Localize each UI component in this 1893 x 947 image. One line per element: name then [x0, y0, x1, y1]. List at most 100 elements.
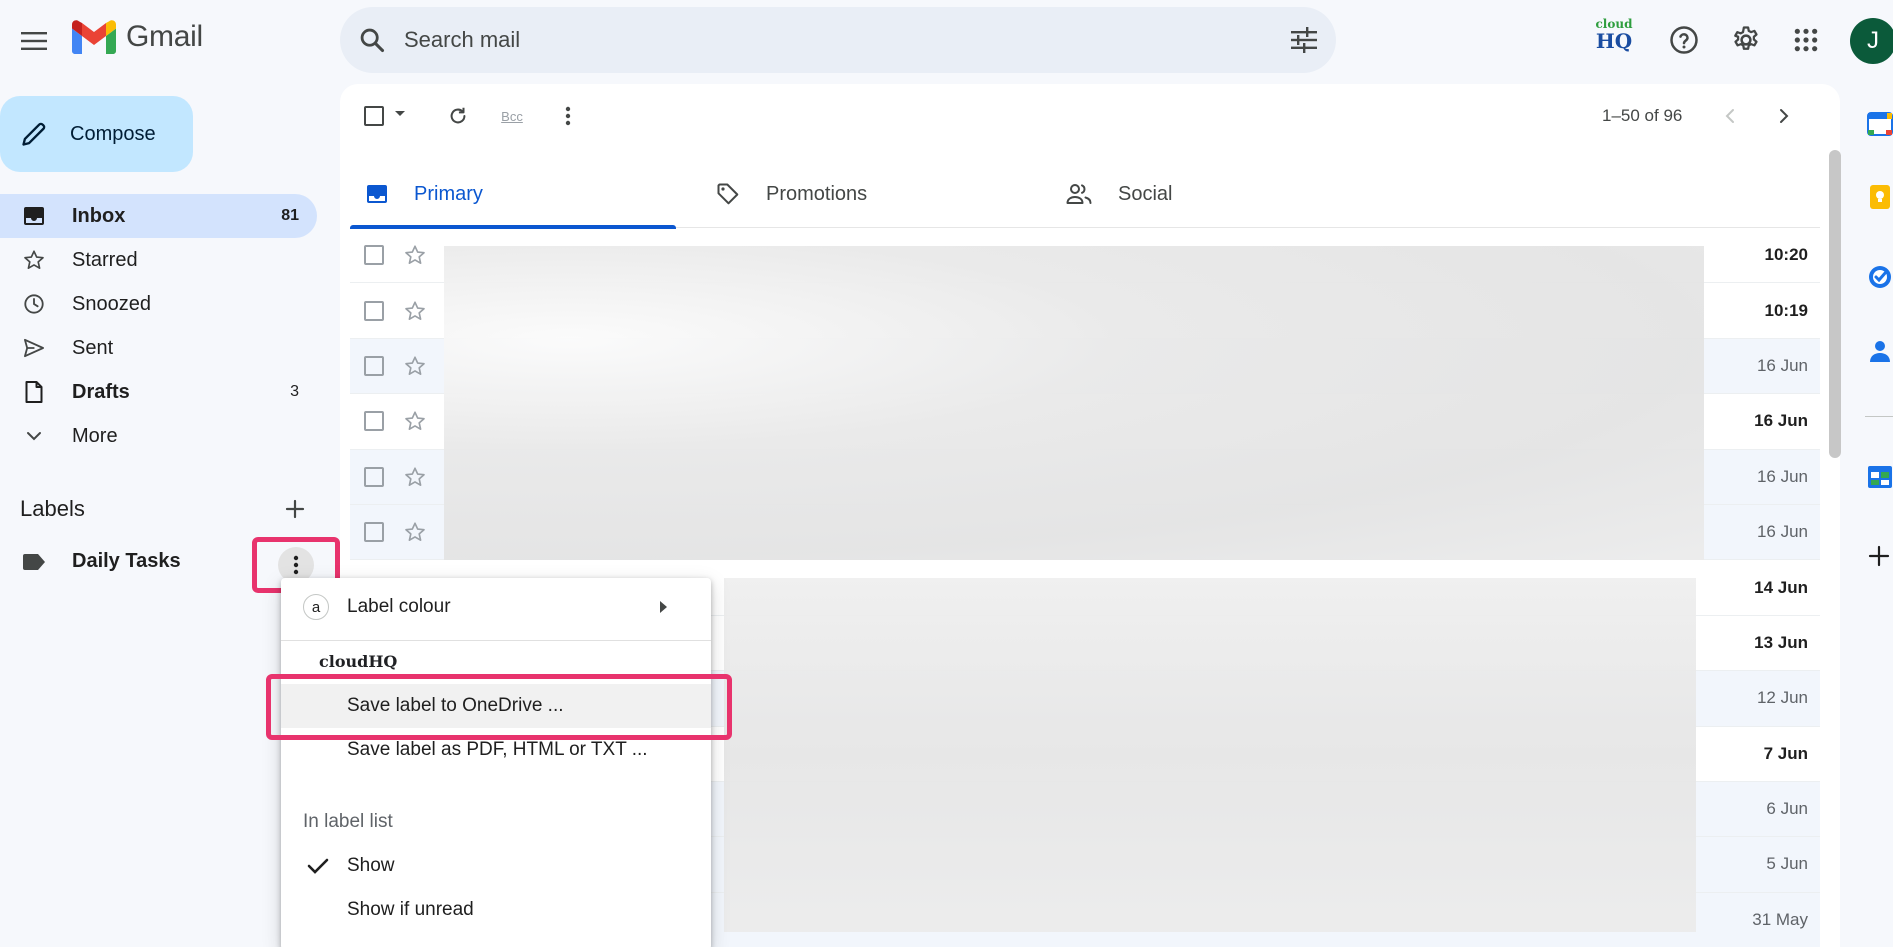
cloudhq-bottom-text: HQ	[1595, 29, 1633, 53]
calendar-app-button[interactable]	[1867, 110, 1893, 136]
keep-icon	[1870, 185, 1890, 209]
send-icon	[23, 339, 44, 358]
more-vert-icon	[565, 106, 571, 126]
main-menu-button[interactable]	[10, 17, 58, 65]
star-icon[interactable]	[404, 410, 426, 432]
menu-item-show-if-unread[interactable]: Show if unread	[281, 888, 711, 932]
settings-button[interactable]	[1722, 16, 1770, 64]
submenu-arrow-icon	[660, 601, 667, 613]
tab-primary[interactable]: Primary	[350, 160, 700, 229]
menu-item-label: Show	[347, 855, 395, 876]
compose-button[interactable]: Compose	[0, 96, 193, 172]
label-tag-icon	[23, 553, 45, 570]
email-time: 6 Jun	[1766, 799, 1808, 819]
tab-label: Promotions	[766, 182, 868, 205]
pencil-icon	[22, 122, 46, 146]
labels-section-header: Labels	[20, 496, 305, 522]
sidebar-item-snoozed[interactable]: Snoozed	[0, 282, 317, 326]
caret-down-icon	[395, 111, 405, 116]
addon-icon	[1868, 466, 1892, 488]
sidebar-item-label: Inbox	[72, 204, 126, 227]
section-heading-label-list: In label list	[303, 811, 393, 832]
tab-promotions[interactable]: Promotions	[700, 160, 1050, 228]
select-all-checkbox[interactable]	[354, 96, 394, 136]
menu-item-label-colour[interactable]: a Label colour	[281, 585, 711, 629]
plus-icon	[1868, 545, 1890, 567]
label-daily-tasks[interactable]: Daily Tasks	[22, 550, 181, 573]
email-time: 12 Jun	[1756, 688, 1808, 708]
support-button[interactable]	[1660, 16, 1708, 64]
select-dropdown-button[interactable]	[394, 110, 406, 118]
sidebar-item-drafts[interactable]: Drafts 3	[0, 370, 317, 414]
tag-icon	[717, 183, 739, 205]
more-actions-button[interactable]	[548, 96, 588, 136]
row-checkbox[interactable]	[364, 411, 384, 432]
apps-grid-icon	[1794, 28, 1818, 52]
row-checkbox[interactable]	[364, 300, 384, 321]
sidebar-item-label: Drafts	[72, 380, 130, 403]
labels-heading: Labels	[20, 496, 85, 521]
sidebar-item-label: Snoozed	[72, 292, 151, 315]
email-time: 7 Jun	[1763, 743, 1808, 763]
draft-count: 3	[290, 383, 299, 401]
sidebar-item-starred[interactable]: Starred	[0, 238, 317, 282]
google-apps-button[interactable]	[1782, 16, 1830, 64]
search-input[interactable]: Search mail	[404, 27, 1290, 53]
star-icon[interactable]	[404, 355, 426, 377]
menu-divider	[281, 640, 711, 641]
redacted-content	[444, 246, 1704, 560]
row-checkbox[interactable]	[364, 355, 384, 376]
row-checkbox[interactable]	[364, 245, 384, 266]
older-button[interactable]	[1764, 96, 1804, 136]
sidebar-item-sent[interactable]: Sent	[0, 326, 317, 370]
checkbox-square	[364, 106, 384, 126]
plus-icon[interactable]	[285, 499, 305, 519]
sidebar-item-inbox[interactable]: Inbox 81	[0, 194, 317, 238]
unread-count: 81	[281, 207, 299, 224]
checkmark-icon	[307, 858, 329, 874]
sidebar-item-more[interactable]: More	[0, 414, 317, 458]
inbox-icon	[367, 185, 387, 203]
refresh-button[interactable]	[438, 96, 478, 136]
account-avatar[interactable]: J	[1850, 18, 1893, 64]
label-options-menu: a Label colour cloudHQ Save label to One…	[281, 578, 711, 947]
highlight-annotation	[266, 674, 732, 740]
addon-app-button[interactable]	[1867, 464, 1893, 490]
cloudhq-brand-label: cloudHQ	[319, 652, 398, 671]
star-icon[interactable]	[404, 244, 426, 266]
menu-item-show[interactable]: Show	[281, 844, 711, 888]
chevron-right-icon	[1780, 109, 1789, 123]
file-icon	[25, 381, 43, 404]
star-icon[interactable]	[404, 521, 426, 543]
chevron-down-icon	[27, 432, 41, 441]
redacted-content	[724, 578, 1696, 932]
pagination-text: 1–50 of 96	[1602, 106, 1683, 125]
search-options-icon[interactable]	[1290, 27, 1318, 53]
email-time: 16 Jun	[1756, 522, 1808, 542]
gmail-logo[interactable]: Gmail	[72, 20, 203, 54]
email-time: 16 Jun	[1756, 466, 1808, 486]
email-time: 5 Jun	[1766, 854, 1808, 874]
email-time: 10:19	[1764, 300, 1808, 320]
tasks-app-button[interactable]	[1867, 264, 1893, 290]
search-bar[interactable]: Search mail	[340, 7, 1336, 73]
bcc-button[interactable]: Bcc	[492, 96, 532, 136]
tab-social[interactable]: Social	[1050, 160, 1400, 228]
cloudhq-button[interactable]: cloud HQ	[1592, 18, 1636, 62]
label-name: Daily Tasks	[72, 550, 181, 572]
contacts-app-button[interactable]	[1867, 338, 1893, 364]
newer-button[interactable]	[1710, 96, 1750, 136]
tasks-icon	[1869, 266, 1891, 288]
keep-app-button[interactable]	[1867, 184, 1893, 210]
get-addons-button[interactable]	[1867, 544, 1893, 570]
row-checkbox[interactable]	[364, 466, 384, 487]
scrollbar-thumb[interactable]	[1829, 150, 1841, 458]
tab-label: Social	[1118, 182, 1173, 205]
star-icon[interactable]	[404, 466, 426, 488]
email-time: 31 May	[1752, 909, 1808, 929]
star-icon[interactable]	[404, 300, 426, 322]
search-icon[interactable]	[358, 26, 386, 54]
clock-icon	[24, 294, 44, 315]
gmail-m-icon	[72, 20, 116, 54]
row-checkbox[interactable]	[364, 522, 384, 543]
